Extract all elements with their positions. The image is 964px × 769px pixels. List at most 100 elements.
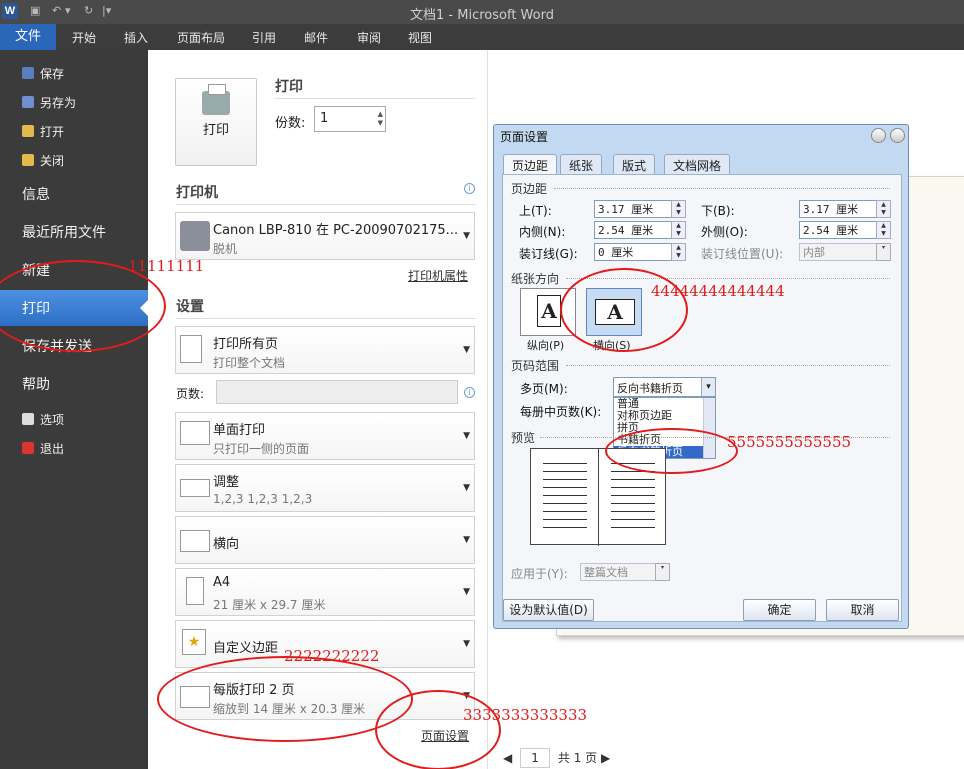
copies-input[interactable]: 1 ▲ ▼ [314, 106, 386, 132]
sheets-per-booklet-label: 每册中页数(K): [520, 405, 602, 419]
close-folder-icon [22, 154, 34, 166]
multiple-pages-select[interactable]: 反向书籍折页 ▾ [613, 377, 716, 397]
chevron-down-icon: ▼ [463, 587, 470, 597]
nav-save-as[interactable]: 另存为 [22, 94, 76, 111]
spinner-icon[interactable]: ▲ ▼ [671, 200, 686, 218]
printer-device-icon [180, 221, 210, 251]
next-page-icon[interactable]: ▶ [601, 751, 610, 765]
print-range-dropdown[interactable]: 打印所有页 打印整个文档 ▼ [175, 326, 475, 374]
multiple-pages-label: 多页(M): [520, 382, 568, 396]
nav-recent[interactable]: 最近所用文件 [22, 222, 106, 242]
gutter-label: 装订线(G): [519, 247, 578, 261]
page-number-input[interactable]: 1 [520, 748, 551, 768]
nav-exit[interactable]: 退出 [22, 440, 64, 457]
sides-dropdown[interactable]: 单面打印 只打印一侧的页面 ▼ [175, 412, 475, 460]
divider [275, 98, 475, 99]
annotation-1: 11111111 [128, 257, 205, 275]
tab-paper[interactable]: 纸张 [560, 154, 603, 174]
page-setup-dialog: 页面设置 页边距 纸张 版式 文档网格 页边距 上(T): 3.17 厘米 ▲ ▼… [493, 124, 909, 629]
tab-review[interactable]: 审阅 [357, 29, 381, 46]
title-bar: W ▣ ↶ ▾ ↻ |▾ 文档1 - Microsoft Word [0, 0, 964, 24]
print-button[interactable]: 打印 [175, 78, 257, 166]
nav-info[interactable]: 信息 [22, 184, 50, 204]
chevron-down-icon[interactable]: ▾ [701, 378, 715, 396]
ribbon-tabbar: 文件 开始 插入 页面布局 引用 邮件 审阅 视图 [0, 24, 964, 50]
nav-help[interactable]: 帮助 [22, 374, 50, 394]
printer-status: 脱机 [213, 242, 238, 256]
pages-icon [180, 335, 202, 363]
collate-icon [180, 479, 210, 497]
pages-input[interactable] [216, 380, 458, 404]
gutter-input[interactable]: 0 厘米 [594, 243, 672, 261]
page-navigator: ◀ 1 共 1 页 ▶ [503, 748, 610, 768]
orientation-dropdown[interactable]: 横向 ▼ [175, 516, 475, 564]
tab-insert[interactable]: 插入 [124, 29, 148, 46]
tab-file[interactable]: 文件 [0, 24, 56, 50]
portrait-icon: A [537, 295, 561, 327]
save-icon [22, 67, 34, 79]
nav-options[interactable]: 选项 [22, 411, 64, 428]
tab-view[interactable]: 视图 [408, 29, 432, 46]
spinner-icon[interactable]: ▲ ▼ [671, 221, 686, 239]
info-icon[interactable]: i [464, 183, 475, 194]
help-icon[interactable] [871, 128, 886, 143]
copies-label: 份数: [275, 116, 306, 131]
gutter-position-select: 内部 [799, 243, 877, 261]
printer-properties-link[interactable]: 打印机属性 [408, 267, 468, 284]
portrait-label: 纵向(P) [527, 339, 565, 352]
spinner-icon[interactable]: ▲ ▼ [671, 243, 686, 261]
pages-group-label: 页码范围 [511, 359, 560, 373]
top-margin-input[interactable]: 3.17 厘米 [594, 200, 672, 218]
print-heading: 打印 [275, 79, 303, 95]
exit-icon [22, 442, 34, 454]
tab-mailings[interactable]: 邮件 [304, 29, 328, 46]
outer-label: 外侧(O): [701, 225, 748, 239]
spinner-icon[interactable]: ▲ ▼ [876, 200, 891, 218]
tab-layout[interactable]: 版式 [613, 154, 656, 174]
pages-label: 页数: [176, 387, 205, 401]
annotation-oval-4 [560, 268, 688, 352]
annotation-oval-5 [605, 428, 738, 474]
paper-icon [186, 577, 204, 605]
nav-close[interactable]: 关闭 [22, 152, 64, 169]
bottom-margin-input[interactable]: 3.17 厘米 [799, 200, 877, 218]
options-icon [22, 413, 34, 425]
top-label: 上(T): [519, 204, 552, 218]
bottom-label: 下(B): [701, 204, 735, 218]
collate-dropdown[interactable]: 调整 1,2,3 1,2,3 1,2,3 ▼ [175, 464, 475, 512]
chevron-down-icon: ▼ [463, 231, 470, 241]
tab-home[interactable]: 开始 [72, 29, 96, 46]
landscape-icon [180, 530, 210, 552]
margins-group-label: 页边距 [511, 182, 548, 196]
tab-margins[interactable]: 页边距 [503, 154, 558, 175]
apply-to-label: 应用于(Y): [511, 567, 568, 581]
info-icon[interactable]: i [464, 387, 475, 398]
inner-margin-input[interactable]: 2.54 厘米 [594, 221, 672, 239]
chevron-down-icon: ▾ [655, 563, 670, 581]
prev-page-icon[interactable]: ◀ [503, 751, 512, 765]
tab-layout[interactable]: 页面布局 [177, 29, 225, 46]
printer-dropdown[interactable]: Canon LBP-810 在 PC-20090702175... 脱机 ▼ [175, 212, 475, 260]
gutter-position-label: 装订线位置(U): [701, 247, 784, 261]
set-default-button[interactable]: 设为默认值(D) [503, 599, 594, 621]
apply-to-select: 整篇文档 [580, 563, 656, 581]
paper-size-dropdown[interactable]: A4 21 厘米 x 29.7 厘米 ▼ [175, 568, 475, 616]
tab-references[interactable]: 引用 [252, 29, 276, 46]
spinner-icon[interactable]: ▲ ▼ [876, 221, 891, 239]
group-separator [566, 365, 890, 366]
tab-doc-grid[interactable]: 文档网格 [664, 154, 731, 174]
annotation-2: 2222222222 [284, 647, 380, 665]
chevron-down-icon: ▼ [463, 483, 470, 493]
cancel-button[interactable]: 取消 [826, 599, 899, 621]
copies-spinner-icon[interactable]: ▲ ▼ [378, 110, 383, 128]
chevron-down-icon: ▼ [463, 535, 470, 545]
preview-group-label: 预览 [511, 431, 536, 445]
chevron-down-icon: ▼ [463, 345, 470, 355]
ok-button[interactable]: 确定 [743, 599, 816, 621]
open-folder-icon [22, 125, 34, 137]
window-title: 文档1 - Microsoft Word [410, 8, 554, 23]
nav-open[interactable]: 打开 [22, 123, 64, 140]
outer-margin-input[interactable]: 2.54 厘米 [799, 221, 877, 239]
nav-save[interactable]: 保存 [22, 65, 64, 82]
close-icon[interactable] [890, 128, 905, 143]
